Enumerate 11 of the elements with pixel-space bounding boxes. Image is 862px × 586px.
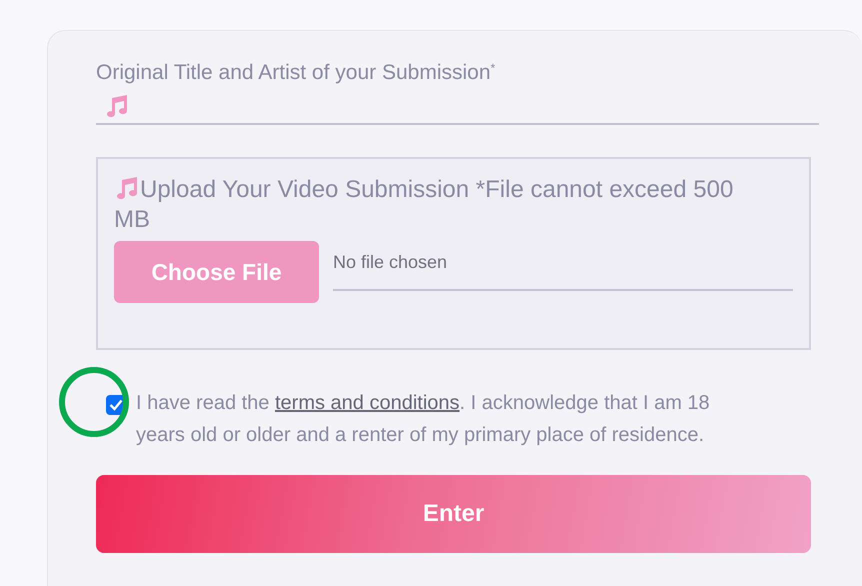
checkmark-icon (109, 399, 123, 411)
enter-button[interactable]: Enter (96, 475, 811, 553)
file-status: No file chosen (333, 252, 793, 291)
required-mark: * (490, 61, 496, 75)
field-label: Original Title and Artist of your Submission (96, 61, 491, 85)
upload-label: Upload Your Video Submission *File cannot exceed 500 MB (114, 175, 734, 235)
music-note-icon (104, 94, 130, 118)
terms-link[interactable]: terms and conditions (274, 392, 460, 414)
music-note-icon (114, 176, 140, 200)
choose-file-button[interactable]: Choose File (114, 241, 319, 303)
agreement-text: I have read the terms and conditions. I acknowledge that I am 18 years old or older and a renter of my primary place of residence. (136, 391, 711, 448)
